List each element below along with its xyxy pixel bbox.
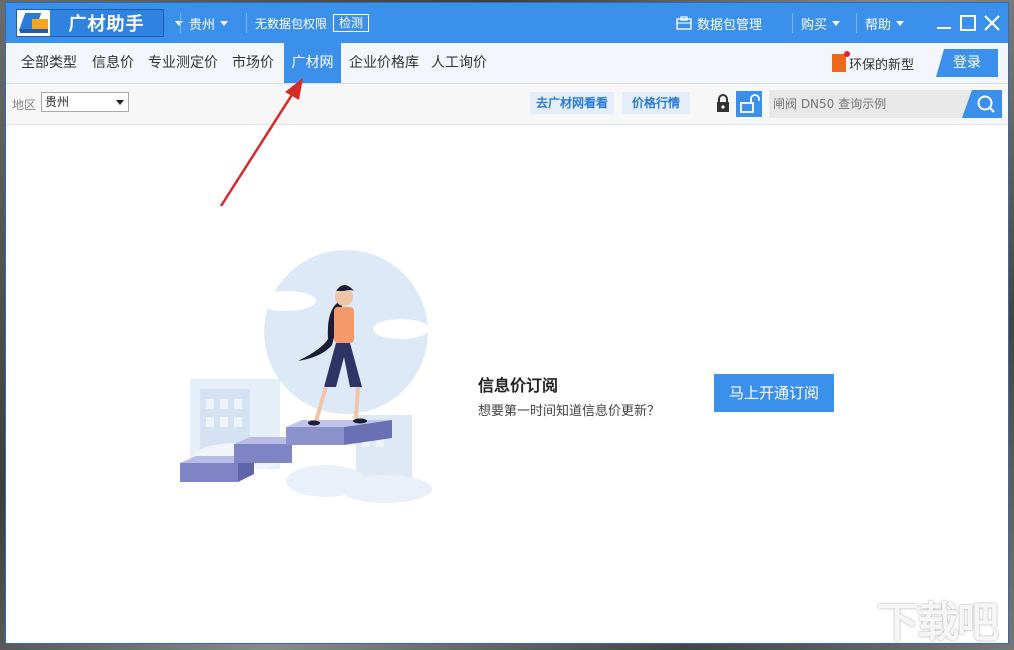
search-input[interactable] bbox=[773, 94, 959, 114]
permission-status: 无数据包权限 检测 bbox=[246, 13, 369, 33]
category-tabs: 全部类型 信息价 专业测定价 市场价 广材网 企业价格库 人工询价 环保的新型 … bbox=[6, 43, 1008, 84]
app-logo: 广材助手 bbox=[16, 9, 164, 37]
promo-link[interactable]: 环保的新型 bbox=[832, 52, 914, 74]
chevron-down-icon bbox=[832, 21, 840, 26]
buy-menu[interactable]: 购买 bbox=[792, 13, 840, 33]
minimize-icon[interactable] bbox=[934, 13, 954, 33]
chevron-down-icon bbox=[896, 21, 904, 26]
tab-info-price[interactable]: 信息价 bbox=[88, 43, 138, 83]
app-window: 广材助手 贵州 无数据包权限 检测 数据包管理 购买 帮助 全部类型 信息价 专… bbox=[6, 3, 1008, 643]
watermark: 下载吧 bbox=[877, 589, 997, 650]
permission-text: 无数据包权限 bbox=[255, 15, 327, 32]
login-button[interactable]: 登录 bbox=[936, 49, 998, 77]
region-dropdown[interactable]: 贵州 bbox=[180, 13, 228, 33]
title-bar: 广材助手 贵州 无数据包权限 检测 数据包管理 购买 帮助 bbox=[6, 3, 1008, 43]
help-menu[interactable]: 帮助 bbox=[856, 13, 904, 33]
chevron-down-icon bbox=[220, 21, 228, 26]
logo-text: 广材助手 bbox=[50, 10, 163, 36]
book-icon bbox=[832, 54, 846, 72]
subscribe-illustration bbox=[176, 249, 446, 519]
tab-enterprise-price[interactable]: 企业价格库 bbox=[346, 43, 422, 83]
close-icon[interactable] bbox=[982, 13, 1002, 33]
filter-toolbar: 地区 贵州 去广材网看看 价格行情 bbox=[6, 84, 1008, 125]
tab-all-types[interactable]: 全部类型 bbox=[16, 43, 82, 83]
region-filter-label: 地区 bbox=[12, 96, 36, 113]
unlock-icon[interactable] bbox=[736, 91, 762, 117]
search-box bbox=[769, 90, 1002, 118]
subscribe-title: 信息价订阅 bbox=[478, 372, 558, 396]
main-content: 信息价订阅 想要第一时间知道信息价更新？ 马上开通订阅 bbox=[6, 125, 1008, 643]
help-label: 帮助 bbox=[865, 14, 891, 33]
tab-manual-inquiry[interactable]: 人工询价 bbox=[428, 43, 490, 83]
chevron-down-icon bbox=[116, 100, 124, 105]
region-select[interactable]: 贵州 bbox=[41, 92, 129, 112]
maximize-icon[interactable] bbox=[958, 13, 978, 33]
buy-label: 购买 bbox=[801, 14, 827, 33]
subscribe-description: 想要第一时间知道信息价更新？ bbox=[478, 400, 660, 419]
price-trend-link[interactable]: 价格行情 bbox=[622, 92, 690, 114]
visit-guangcai-link[interactable]: 去广材网看看 bbox=[530, 92, 614, 114]
logo-icon bbox=[20, 11, 50, 35]
region-select-value: 贵州 bbox=[45, 95, 69, 109]
data-package-label: 数据包管理 bbox=[697, 14, 762, 33]
tab-professional-price[interactable]: 专业测定价 bbox=[144, 43, 222, 83]
search-icon bbox=[962, 90, 1002, 118]
annotation-arrow bbox=[215, 70, 315, 210]
briefcase-icon bbox=[676, 16, 692, 30]
check-button[interactable]: 检测 bbox=[333, 14, 369, 32]
search-button[interactable] bbox=[962, 90, 1002, 118]
promo-text: 环保的新型 bbox=[849, 54, 914, 73]
lock-icon[interactable] bbox=[710, 91, 736, 117]
region-label: 贵州 bbox=[189, 14, 215, 33]
subscribe-button[interactable]: 马上开通订阅 bbox=[714, 374, 834, 412]
data-package-button[interactable]: 数据包管理 bbox=[676, 3, 762, 43]
